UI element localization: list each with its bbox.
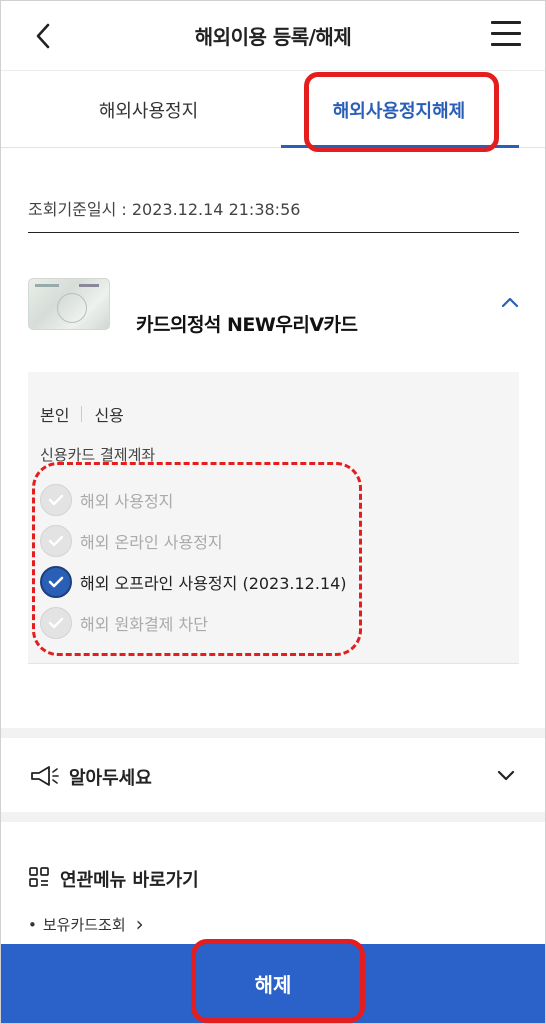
tab-overseas-suspend-release[interactable]: 해외사용정지해제 — [279, 72, 519, 148]
option-overseas-suspend[interactable]: 해외 사용정지 — [40, 484, 173, 516]
option-label: 해외 사용정지 — [80, 492, 174, 511]
hamburger-menu-icon — [491, 21, 521, 24]
grid-menu-icon — [29, 867, 49, 887]
option-overseas-offline-suspend[interactable]: 해외 오프라인 사용정지 (2023.12.14) — [40, 566, 347, 598]
option-label: 해외 온라인 사용정지 — [80, 533, 223, 552]
card-image — [28, 278, 110, 330]
tab-bar: 해외사용정지 해외사용정지해제 — [1, 72, 545, 148]
notice-accordion[interactable]: 알아두세요 — [1, 738, 545, 812]
payment-account-label: 신용카드 결제계좌 — [40, 446, 156, 464]
check-circle-icon[interactable] — [40, 607, 72, 639]
card-type-label: 신용 — [94, 406, 124, 425]
chevron-right-icon: › — [135, 912, 144, 936]
related-menu-title: 연관메뉴 바로가기 — [60, 870, 199, 891]
section-separator — [1, 812, 545, 822]
collapse-button[interactable] — [498, 292, 522, 312]
card-owner-row: 본인 신용 — [40, 402, 124, 426]
option-label: 해외 오프라인 사용정지 (2023.12.14) — [80, 574, 347, 593]
card-brand-mark — [79, 284, 99, 287]
check-circle-icon[interactable] — [40, 525, 72, 557]
section-separator — [1, 728, 545, 738]
chevron-up-icon — [501, 297, 519, 308]
chevron-down-icon — [497, 770, 515, 781]
query-timestamp: 조회기준일시 : 2023.12.14 21:38:56 — [28, 200, 301, 219]
card-emblem — [57, 293, 87, 323]
owner-separator — [81, 406, 83, 422]
hamburger-line — [491, 32, 521, 35]
megaphone-icon — [31, 766, 59, 786]
divider — [28, 232, 519, 233]
release-button[interactable]: 해제 — [1, 944, 545, 1023]
card-detail-panel: 본인 신용 신용카드 결제계좌 해외 사용정지 해외 온라인 사용정지 해외 오… — [28, 372, 519, 664]
related-link-card-inquiry[interactable]: • 보유카드조회 › — [28, 914, 144, 935]
release-button-label: 해제 — [254, 973, 292, 997]
tab-overseas-suspend[interactable]: 해외사용정지 — [21, 72, 276, 148]
option-overseas-online-suspend[interactable]: 해외 온라인 사용정지 — [40, 525, 223, 557]
card-name: 카드의정석 NEW우리V카드 — [136, 314, 358, 336]
hamburger-line — [491, 43, 521, 46]
option-label: 해외 원화결제 차단 — [80, 615, 208, 634]
related-link-label: 보유카드조회 — [42, 916, 126, 934]
menu-button[interactable] — [491, 21, 521, 49]
active-tab-indicator — [281, 145, 519, 148]
bullet: • — [28, 915, 37, 934]
app-header: 해외이용 등록/해제 — [1, 1, 545, 71]
option-overseas-krw-block[interactable]: 해외 원화결제 차단 — [40, 607, 208, 639]
page-title: 해외이용 등록/해제 — [194, 25, 352, 49]
check-circle-icon[interactable] — [40, 484, 72, 516]
check-circle-checked-icon[interactable] — [40, 566, 72, 598]
owner-label: 본인 — [40, 406, 70, 425]
card-logo-mark — [35, 284, 59, 287]
notice-label: 알아두세요 — [69, 768, 152, 789]
